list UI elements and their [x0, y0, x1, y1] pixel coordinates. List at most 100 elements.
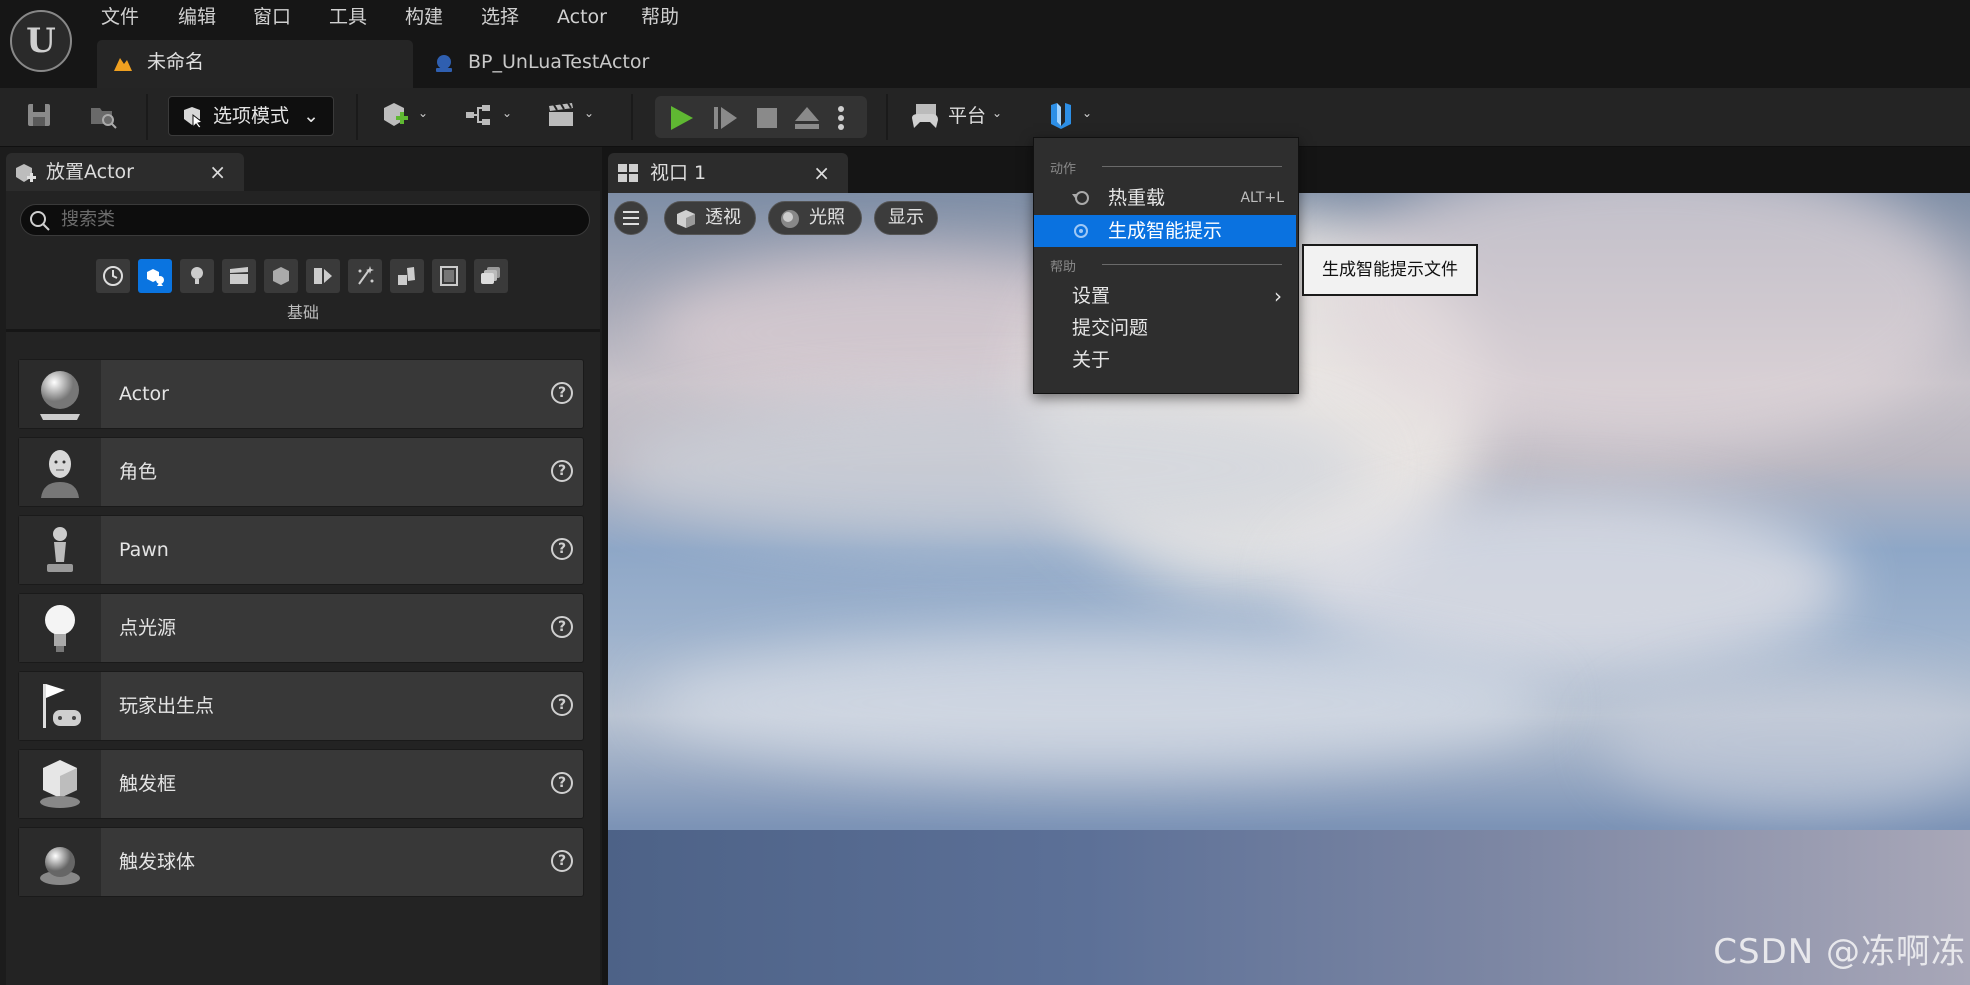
doc-tab-untitled[interactable]: 未命名 [97, 40, 413, 88]
place-actor-icon [16, 164, 36, 182]
actor-item-label: 角色 [119, 461, 158, 483]
lightbulb-icon [19, 594, 101, 662]
section-divider [1102, 264, 1282, 265]
geometry-icon[interactable] [390, 259, 424, 293]
unlua-plugin-dropdown[interactable]: ⌄ [1046, 96, 1104, 136]
main-toolbar: 选项模式 ⌄ ⌄ ⌄ ⌄ 平台 ⌄ ⌄ [0, 88, 1970, 147]
actor-item-player-start[interactable]: 玩家出生点 ? [18, 671, 584, 741]
help-icon[interactable]: ? [551, 460, 573, 482]
level-icon [114, 58, 132, 71]
menu-edit[interactable]: 编辑 [178, 4, 216, 30]
eject-icon[interactable] [793, 104, 821, 132]
selection-mode-dropdown[interactable]: 选项模式 ⌄ [168, 96, 334, 136]
menu-help[interactable]: 帮助 [641, 4, 679, 30]
help-icon[interactable]: ? [551, 850, 573, 872]
blueprint-icon [436, 55, 452, 72]
actor-item-label: 玩家出生点 [119, 695, 215, 717]
lights-icon[interactable] [180, 259, 214, 293]
play-icon[interactable] [667, 104, 695, 132]
lighting-button[interactable]: 光照 [768, 201, 862, 235]
search-icon [30, 211, 50, 231]
actor-item-pawn[interactable]: Pawn ? [18, 515, 584, 585]
show-button[interactable]: 显示 [874, 201, 938, 235]
effects-icon[interactable] [348, 259, 382, 293]
help-icon[interactable]: ? [551, 538, 573, 560]
chevron-down-icon: ⌄ [992, 106, 1003, 120]
help-icon[interactable]: ? [551, 772, 573, 794]
pawn-icon [19, 516, 101, 584]
perspective-button[interactable]: 透视 [664, 201, 756, 235]
recent-icon[interactable] [96, 259, 130, 293]
actor-item-actor[interactable]: Actor ? [18, 359, 584, 429]
viewport-tab[interactable]: 视口 1 × [608, 153, 848, 193]
close-icon[interactable]: × [813, 153, 830, 193]
toolbar-separator [631, 94, 633, 140]
menu-tools[interactable]: 工具 [329, 4, 367, 30]
save-icon[interactable] [24, 100, 54, 130]
place-actors-body: 搜索类 基础 Actor ? 角色 ? Pawn ? 点光源 ? 玩家出生点 ?… [6, 191, 600, 985]
actor-item-character[interactable]: 角色 ? [18, 437, 584, 507]
menu-select[interactable]: 选择 [481, 4, 519, 30]
unreal-logo[interactable]: U [10, 10, 72, 72]
all-classes-icon[interactable] [474, 259, 508, 293]
chevron-down-icon[interactable]: ⌄ [584, 106, 594, 120]
shapes-icon[interactable] [432, 259, 466, 293]
viewport-options-button[interactable] [614, 201, 648, 235]
step-icon[interactable] [711, 104, 739, 132]
close-icon[interactable]: × [209, 153, 226, 191]
menu-item-generate-intellisense[interactable]: 生成智能提示 [1034, 215, 1296, 247]
hamburger-icon [623, 211, 639, 225]
chevron-down-icon: ⌄ [1082, 106, 1093, 120]
volumes-icon[interactable] [306, 259, 340, 293]
actor-item-label: 点光源 [119, 617, 177, 639]
unlua-dropdown-menu: 动作 热重载 ALT+L 生成智能提示 帮助 设置 › 提交问题 关于 [1033, 137, 1299, 394]
menu-actor[interactable]: Actor [557, 4, 607, 30]
doc-tab-blueprint[interactable]: BP_UnLuaTestActor [418, 40, 708, 88]
stop-icon[interactable] [753, 104, 781, 132]
hot-reload-shortcut: ALT+L [1240, 190, 1284, 206]
menu-file[interactable]: 文件 [101, 4, 139, 30]
section-header-actions: 动作 [1050, 162, 1077, 177]
menu-item-settings[interactable]: 设置 › [1034, 280, 1296, 312]
chevron-down-icon[interactable]: ⌄ [418, 106, 428, 120]
logo-glyph: U [26, 21, 56, 61]
cinematics-icon[interactable] [546, 100, 576, 130]
sky-cloud [1608, 673, 1970, 813]
menu-item-hot-reload[interactable]: 热重载 ALT+L [1034, 182, 1296, 214]
platforms-dropdown[interactable]: 平台 ⌄ [910, 96, 1012, 136]
doc-tab-label: BP_UnLuaTestActor [468, 51, 650, 73]
more-options-icon[interactable] [833, 104, 849, 132]
section-divider [1102, 166, 1282, 167]
menu-window[interactable]: 窗口 [253, 4, 291, 30]
help-icon[interactable]: ? [551, 616, 573, 638]
basic-category-icon[interactable] [138, 259, 172, 293]
chevron-down-icon[interactable]: ⌄ [502, 106, 512, 120]
toolbar-separator [356, 94, 358, 140]
add-actor-icon[interactable] [380, 100, 410, 130]
menu-item-about[interactable]: 关于 [1034, 344, 1296, 376]
menu-item-submit-issue[interactable]: 提交问题 [1034, 312, 1296, 344]
select-mode-icon [184, 107, 204, 129]
lighting-label: 光照 [809, 207, 845, 228]
doc-tab-label: 未命名 [147, 51, 205, 73]
about-label: 关于 [1072, 349, 1111, 371]
sky-cloud [608, 393, 1368, 543]
viewport-tab-label: 视口 1 [650, 162, 707, 184]
actor-item-trigger-sphere[interactable]: 触发球体 ? [18, 827, 584, 897]
search-input[interactable]: 搜索类 [20, 204, 590, 236]
help-icon[interactable]: ? [551, 694, 573, 716]
help-icon[interactable]: ? [551, 382, 573, 404]
chevron-right-icon: › [1274, 284, 1282, 308]
player-start-icon [19, 672, 101, 740]
browse-content-icon[interactable] [88, 100, 118, 130]
menu-build[interactable]: 构建 [405, 4, 443, 30]
cinematic-icon[interactable] [222, 259, 256, 293]
hot-reload-label: 热重载 [1108, 187, 1166, 209]
place-actors-tab[interactable]: 放置Actor × [6, 153, 244, 191]
actor-item-trigger-box[interactable]: 触发框 ? [18, 749, 584, 819]
visual-effects-icon[interactable] [264, 259, 298, 293]
platform-gamepad-icon [912, 104, 938, 128]
blueprint-tools-icon[interactable] [464, 100, 494, 130]
perspective-cube-icon [677, 210, 695, 228]
actor-item-point-light[interactable]: 点光源 ? [18, 593, 584, 663]
